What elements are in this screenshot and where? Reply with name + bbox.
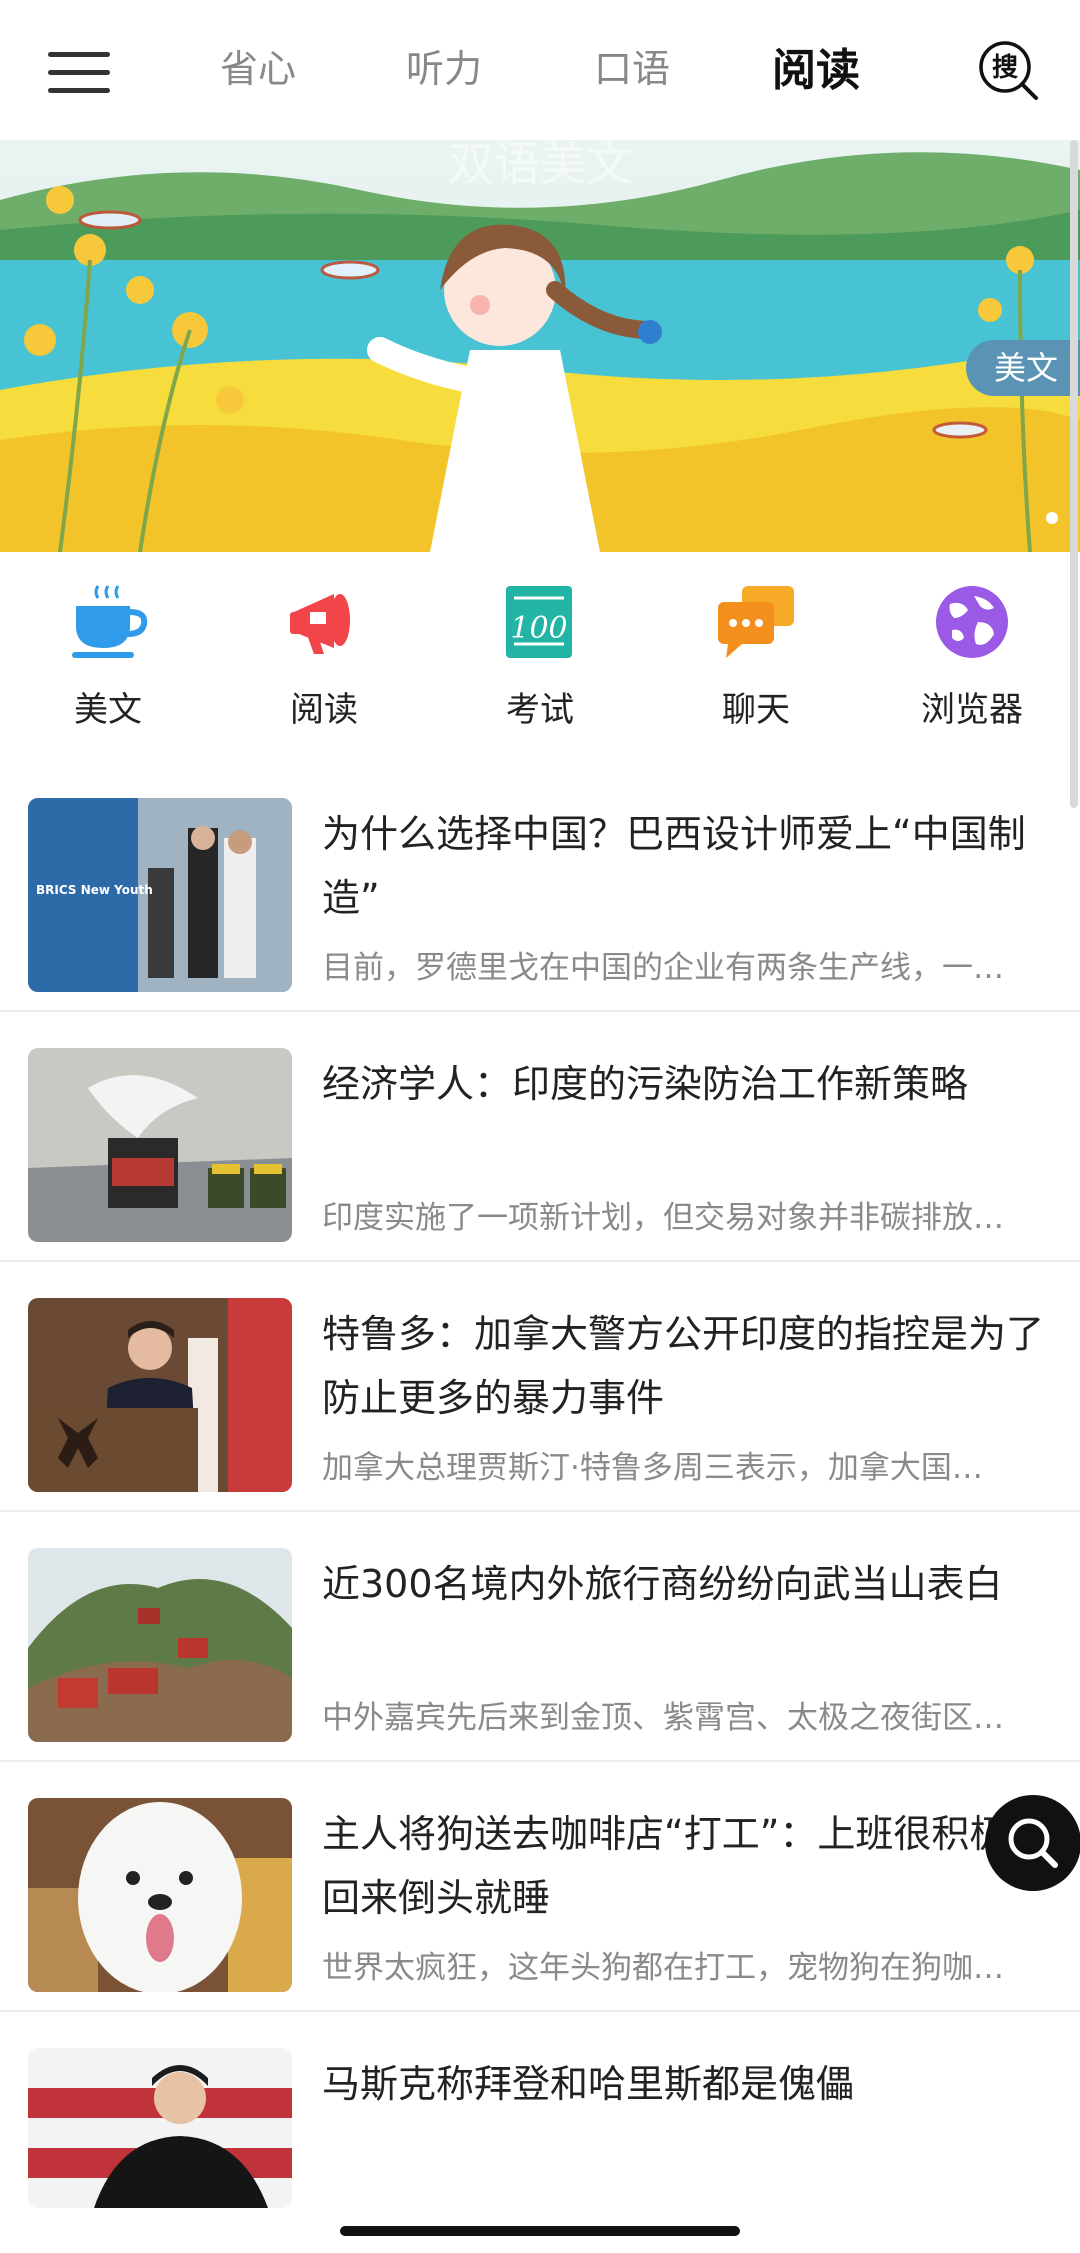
globe-icon (936, 586, 1008, 658)
article-thumbnail: BRICS New Youth (28, 798, 292, 992)
megaphone-icon (290, 594, 350, 654)
article-title: 马斯克称拜登和哈里斯都是傀儡 (322, 2062, 855, 2106)
article-summary: 目前，罗德里戈在中国的企业有两条生产线，一… (322, 950, 1004, 986)
article-thumbnail (28, 1048, 292, 1242)
article-item[interactable]: 近300名境内外旅行商纷纷向武当山表白 中外嘉宾先后来到金顶、紫霄宫、太极之夜街… (0, 1512, 1080, 1762)
category-shortcuts: 美文 阅读 100 考试 聊天 浏览器 (0, 552, 1080, 762)
banner-watermark: 双语美文 (448, 140, 632, 191)
article-item[interactable]: 经济学人：印度的污染防治工作新策略 印度实施了一项新计划，但交易对象并非碳排放… (0, 1012, 1080, 1262)
scrollbar[interactable] (1070, 140, 1078, 808)
category-exam[interactable]: 100 考试 (455, 582, 625, 731)
search-icon[interactable]: 搜 (978, 40, 1040, 102)
article-summary: 中外嘉宾先后来到金顶、紫霄宫、太极之夜街区… (322, 1700, 1004, 1736)
teacup-icon (72, 585, 148, 658)
category-browser[interactable]: 浏览器 (887, 582, 1057, 731)
article-summary: 加拿大总理贾斯汀·特鲁多周三表示，加拿大国… (322, 1450, 983, 1486)
score-100-icon: 100 (506, 586, 572, 658)
category-label: 聊天 (722, 690, 790, 730)
tab-shengxin[interactable]: 省心 (220, 38, 296, 93)
category-label: 考试 (506, 690, 574, 730)
chat-bubbles-icon (718, 586, 794, 658)
article-thumbnail (28, 2048, 292, 2208)
article-summary: 印度实施了一项新计划，但交易对象并非碳排放… (322, 1200, 1004, 1236)
article-thumbnail (28, 1798, 292, 1992)
home-indicator[interactable] (340, 2226, 740, 2236)
tab-speaking[interactable]: 口语 (594, 38, 670, 93)
category-label: 浏览器 (921, 690, 1023, 730)
carousel-indicator-dot (1046, 512, 1058, 524)
article-thumbnail (28, 1548, 292, 1742)
category-chat[interactable]: 聊天 (671, 582, 841, 731)
article-title: 近300名境内外旅行商纷纷向武当山表白 (322, 1562, 1003, 1606)
article-item[interactable]: 马斯克称拜登和哈里斯都是傀儡 (0, 2012, 1080, 2253)
category-meiwen[interactable]: 美文 (23, 582, 193, 731)
article-title: 主人将狗送去咖啡店“打工”：上班很积极，回来倒头就睡 (322, 1812, 1046, 1920)
top-nav-bar: 省心 听力 口语 阅读 搜 (0, 0, 1080, 140)
floating-search-button[interactable] (985, 1795, 1080, 1891)
banner-illustration: 双语美文 (0, 140, 1080, 552)
svg-text:100: 100 (510, 611, 567, 646)
banner-carousel[interactable]: 双语美文 美文 (0, 140, 1080, 552)
category-label: 美文 (74, 690, 142, 730)
magnifier-icon (1008, 1818, 1058, 1868)
menu-icon[interactable] (48, 48, 110, 96)
article-summary: 世界太疯狂，这年头狗都在打工，宠物狗在狗咖… (322, 1950, 1004, 1986)
article-thumbnail (28, 1298, 292, 1492)
search-icon-label: 搜 (992, 53, 1018, 83)
category-label: 阅读 (290, 690, 358, 730)
article-title: 经济学人：印度的污染防治工作新策略 (322, 1062, 969, 1106)
tab-reading[interactable]: 阅读 (772, 34, 860, 98)
article-item[interactable]: BRICS New Youth 为什么选择中国？巴西设计师爱上“中国制造” 目前… (0, 762, 1080, 1012)
thumbnail-caption: BRICS New Youth (36, 883, 153, 897)
tab-listening[interactable]: 听力 (406, 38, 482, 93)
article-title: 特鲁多：加拿大警方公开印度的指控是为了防止更多的暴力事件 (322, 1312, 1045, 1420)
article-title: 为什么选择中国？巴西设计师爱上“中国制造” (322, 812, 1026, 920)
category-reading[interactable]: 阅读 (239, 582, 409, 731)
banner-category-badge: 美文 (965, 340, 1080, 396)
article-item[interactable]: 特鲁多：加拿大警方公开印度的指控是为了防止更多的暴力事件 加拿大总理贾斯汀·特鲁… (0, 1262, 1080, 1512)
article-item[interactable]: 主人将狗送去咖啡店“打工”：上班很积极，回来倒头就睡 世界太疯狂，这年头狗都在打… (0, 1762, 1080, 2012)
